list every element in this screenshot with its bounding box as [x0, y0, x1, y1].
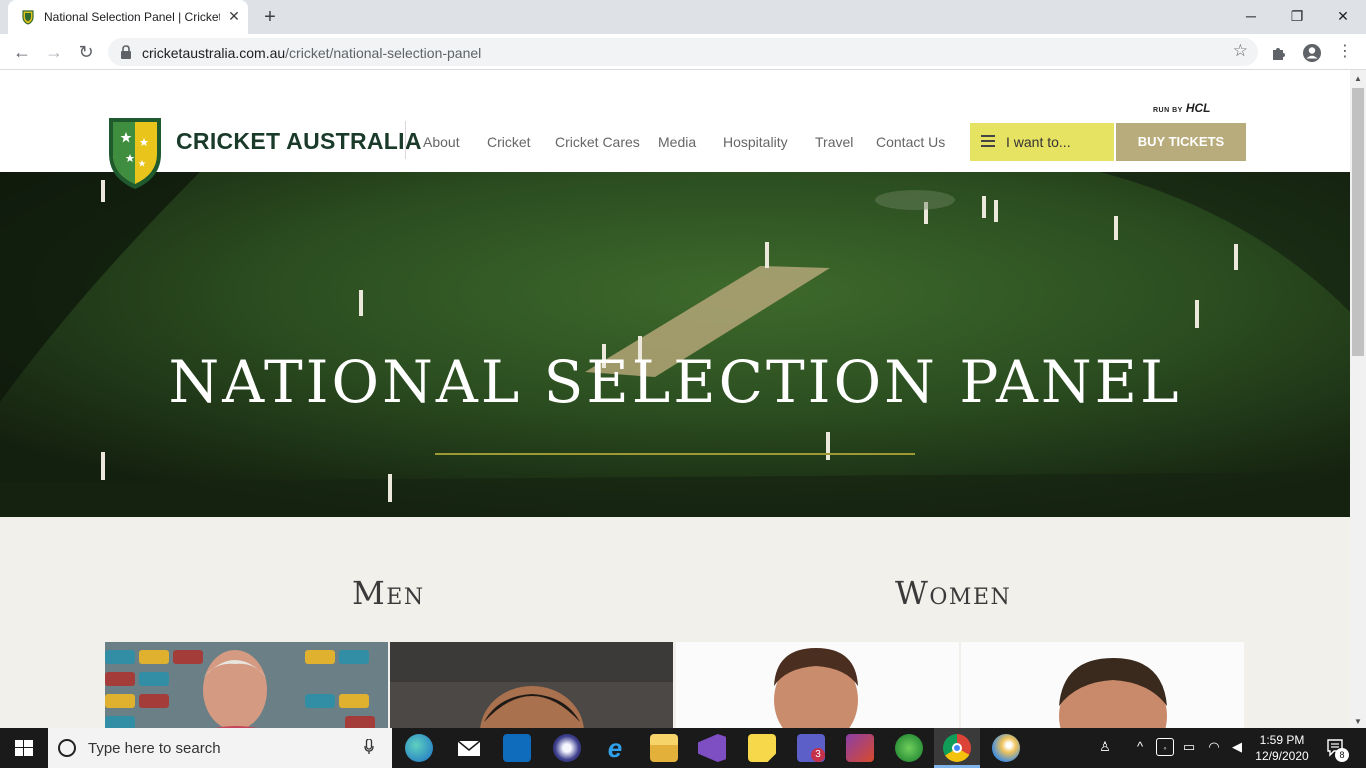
microphone-icon[interactable] [364, 739, 374, 755]
selector-photo [961, 642, 1244, 728]
tab-close-icon[interactable]: ✕ [226, 8, 242, 24]
scrollbar-thumb[interactable] [1352, 88, 1364, 356]
hero-accent-line [435, 453, 915, 455]
cricket-australia-favicon-icon [22, 10, 34, 25]
browser-tab[interactable]: National Selection Panel | Cricket ✕ [8, 0, 248, 34]
page-viewport: RUN BY HCL CRICKET AUSTRALIA About Cricke… [0, 70, 1350, 728]
mail-icon[interactable] [455, 734, 483, 762]
xbox-icon[interactable] [895, 734, 923, 762]
forward-arrow-icon[interactable]: → [42, 40, 66, 64]
selector-card-women-2[interactable] [961, 642, 1244, 728]
internet-explorer-icon[interactable]: e [601, 734, 629, 762]
hero-banner: NATIONAL SELECTION PANEL [0, 172, 1350, 517]
cricket-australia-shield-logo-icon[interactable] [106, 116, 164, 190]
file-explorer-icon[interactable] [650, 734, 678, 762]
nav-contact-us[interactable]: Contact Us [876, 134, 945, 150]
nav-media[interactable]: Media [658, 134, 696, 150]
maximize-window-button[interactable]: ❐ [1274, 4, 1320, 28]
cortana-circle-icon [58, 739, 76, 757]
selector-card-men-2[interactable] [390, 642, 673, 728]
battery-icon[interactable]: ▭ [1180, 738, 1198, 756]
site-logo-text[interactable]: CRICKET AUSTRALIA [176, 128, 422, 155]
taskbar-search-box[interactable]: Type here to search [48, 728, 392, 768]
show-hidden-icons-chevron-icon[interactable]: ^ [1131, 738, 1149, 756]
teams-icon[interactable]: 3 [797, 734, 825, 762]
extensions-puzzle-icon[interactable] [1271, 44, 1288, 61]
visual-studio-icon[interactable] [698, 734, 726, 762]
selector-card-women-1[interactable] [676, 642, 959, 728]
url-text: cricketaustralia.com.au/cricket/national… [142, 45, 481, 61]
nav-about[interactable]: About [423, 134, 460, 150]
browser-menu-icon[interactable]: ⋮ [1333, 40, 1357, 64]
chrome-center [952, 743, 962, 753]
sticky-notes-icon[interactable] [748, 734, 776, 762]
tab-title: National Selection Panel | Cricket [44, 10, 220, 24]
app-tray-icon[interactable]: ◦ [1156, 738, 1174, 756]
selector-card-men-1[interactable] [105, 642, 388, 728]
volume-icon[interactable]: ◀ [1228, 738, 1246, 756]
run-by-hcl-badge: RUN BY HCL [1153, 101, 1211, 115]
edge-icon[interactable] [405, 734, 433, 762]
outlook-icon[interactable] [503, 734, 531, 762]
back-arrow-icon[interactable]: ← [10, 40, 34, 64]
minimize-window-button[interactable]: ─ [1228, 4, 1274, 28]
profile-avatar-icon[interactable] [1302, 43, 1322, 63]
windows-taskbar: Type here to search e 3 ♙ ^ ◦ ▭ ◠ ◀ 1:59… [0, 728, 1366, 768]
people-icon[interactable]: ♙ [1096, 738, 1114, 756]
windows-start-icon[interactable] [0, 728, 48, 768]
hamburger-menu-icon [981, 135, 995, 147]
reload-icon[interactable]: ↻ [74, 40, 98, 64]
selector-photo [105, 642, 388, 728]
search-placeholder: Type here to search [88, 740, 221, 757]
wifi-icon[interactable]: ◠ [1205, 738, 1223, 756]
url-path: /cricket/national-selection-panel [285, 45, 482, 61]
buy-tickets-button[interactable]: BUY TICKETS [1116, 123, 1246, 161]
eclipse-icon[interactable] [553, 734, 581, 762]
new-tab-button[interactable]: + [258, 6, 282, 28]
i-want-to-label: I want to... [1006, 134, 1071, 150]
paint-icon[interactable] [992, 734, 1020, 762]
scroll-up-arrow-icon[interactable]: ▲ [1354, 74, 1362, 83]
address-bar[interactable]: cricketaustralia.com.au/cricket/national… [108, 38, 1258, 66]
url-domain: cricketaustralia.com.au [142, 45, 286, 61]
teams-notification-badge: 3 [811, 748, 825, 762]
scroll-down-arrow-icon[interactable]: ▼ [1354, 717, 1362, 726]
chrome-icon[interactable] [943, 734, 971, 762]
game-icon[interactable] [846, 734, 874, 762]
cricket-field-photo [0, 172, 1350, 517]
notification-count-badge: 8 [1335, 748, 1349, 762]
header-divider [405, 121, 406, 159]
browser-tab-bar: National Selection Panel | Cricket ✕ + ─… [0, 0, 1366, 34]
lock-icon [121, 45, 131, 59]
bookmark-star-icon[interactable]: ☆ [1233, 41, 1248, 61]
system-clock[interactable]: 1:59 PM 12/9/2020 [1252, 732, 1312, 764]
browser-toolbar: ← → ↻ cricketaustralia.com.au/cricket/na… [0, 34, 1366, 70]
hcl-logo: HCL [1185, 101, 1211, 115]
page-scrollbar[interactable]: ▲ ▼ [1350, 70, 1366, 728]
close-window-button[interactable]: ✕ [1320, 4, 1366, 28]
nav-travel[interactable]: Travel [815, 134, 853, 150]
men-section-title: Men [352, 574, 425, 612]
nav-hospitality[interactable]: Hospitality [723, 134, 788, 150]
selector-photo [390, 642, 673, 728]
clock-time: 1:59 PM [1259, 733, 1305, 747]
clock-date: 12/9/2020 [1255, 749, 1309, 763]
nav-cricket[interactable]: Cricket [487, 134, 531, 150]
site-header: RUN BY HCL CRICKET AUSTRALIA About Cricke… [0, 70, 1350, 172]
selector-photo [676, 642, 959, 728]
hero-title: NATIONAL SELECTION PANEL [168, 348, 1182, 416]
run-by-label: RUN BY [1153, 107, 1183, 114]
women-section-title: Women [895, 574, 1012, 612]
nav-cricket-cares[interactable]: Cricket Cares [555, 134, 640, 150]
i-want-to-menu-button[interactable]: I want to... [970, 123, 1114, 161]
